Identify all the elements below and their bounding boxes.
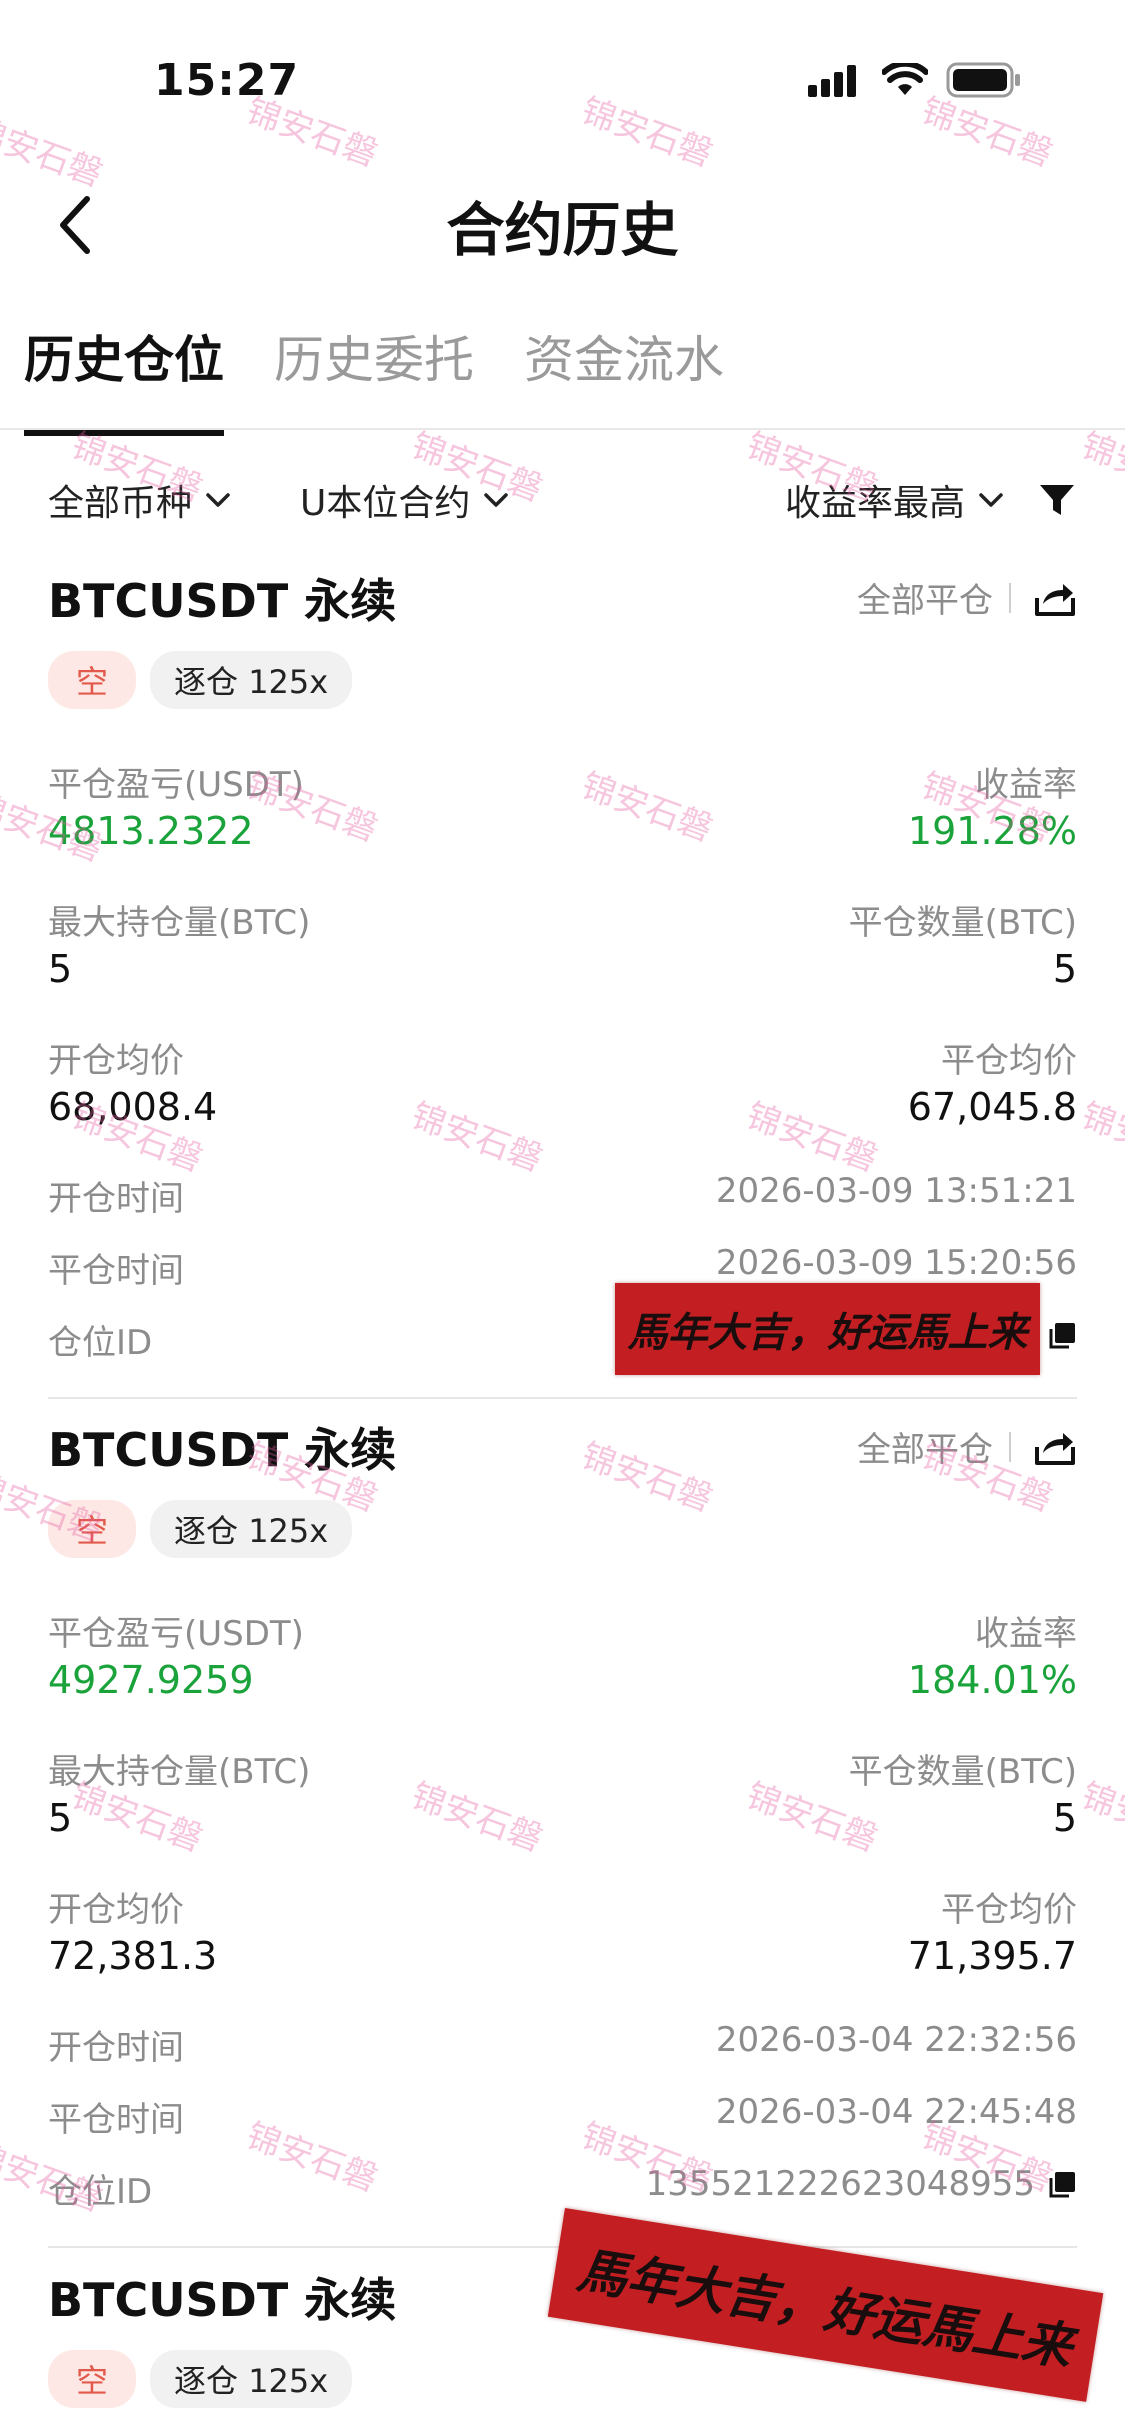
chevron-down-icon (206, 493, 230, 507)
tabs-divider (0, 428, 1125, 430)
cellular-signal-icon (808, 65, 856, 97)
share-icon[interactable] (1033, 1425, 1077, 1469)
close-time-value: 2026-03-09 15:20:56 (715, 1243, 1077, 1283)
open-time-label: 开仓时间 (48, 2028, 184, 2068)
position-id-value: 1355212226230489​55 (645, 2164, 1035, 2204)
position-id-label: 仓位ID (48, 2172, 153, 2212)
open-time-value: 2026-03-09 13:51:21 (715, 1171, 1077, 1211)
watermark: 锦安石磐 (576, 90, 718, 175)
max-position-label: 最大持仓量(BTC) (48, 1752, 311, 1792)
coin-filter[interactable]: 全部币种 (48, 474, 234, 526)
close-avg-label: 平仓均价 (941, 1890, 1077, 1930)
wifi-icon (882, 63, 928, 95)
funnel-filter-icon[interactable] (1037, 480, 1077, 520)
open-avg-value: 68,008.4 (48, 1085, 218, 1129)
max-position-value: 5 (48, 947, 73, 991)
open-avg-label: 开仓均价 (48, 1890, 184, 1930)
close-time-value: 2026-03-04 22:45:48 (715, 2092, 1077, 2132)
open-avg-label: 开仓均价 (48, 1041, 184, 1081)
max-position-label: 最大持仓量(BTC) (48, 903, 311, 943)
position-id-label: 仓位ID (48, 1323, 153, 1363)
coin-filter-label: 全部币种 (48, 483, 193, 524)
action-separator (1009, 582, 1011, 613)
close-avg-value: 67,045.8 (907, 1085, 1077, 1129)
contract-filter-label: U本位合约 (300, 483, 471, 524)
yield-value: 184.01% (907, 1658, 1077, 1702)
yield-label: 收益率 (975, 765, 1077, 805)
watermark: 锦安石磐 (1076, 1775, 1125, 1860)
close-avg-label: 平仓均价 (941, 1041, 1077, 1081)
max-position-value: 5 (48, 1796, 73, 1840)
open-time-value: 2026-03-04 22:32:56 (715, 2020, 1077, 2060)
position-symbol: BTCUSDT 永续 (48, 2273, 397, 2327)
contract-filter[interactable]: U本位合约 (300, 474, 512, 526)
chevron-down-icon (484, 493, 509, 507)
side-badge: 空 (48, 2350, 137, 2408)
sort-filter[interactable]: 收益率最高 (785, 474, 1007, 526)
red-sticker: 馬年大吉，好运馬上来 (615, 1283, 1040, 1375)
watermark: 锦安石磐 (1076, 425, 1125, 510)
status-time: 15:27 (154, 55, 300, 106)
close-time-label: 平仓时间 (48, 2100, 184, 2140)
close-qty-value: 5 (1052, 1796, 1077, 1840)
tab-order-history[interactable]: 历史委托 (274, 320, 474, 436)
open-avg-value: 72,381.3 (48, 1934, 218, 1978)
pnl-label: 平仓盈亏(USDT) (48, 1614, 304, 1654)
share-icon[interactable] (1033, 576, 1077, 620)
close-all-button[interactable]: 全部平仓 (857, 1422, 993, 1471)
position-card: BTCUSDT 永续 全部平仓 空 逐仓 125x 平仓盈亏(USDT) 收益率… (48, 1414, 1077, 2248)
position-card: BTCUSDT 永续 全部平仓 空 逐仓 125x 平仓盈亏(USDT) 收益率… (48, 565, 1077, 1399)
yield-value: 191.28% (907, 809, 1077, 853)
yield-label: 收益率 (975, 1614, 1077, 1654)
side-badge: 空 (48, 651, 137, 709)
tab-fund-flow[interactable]: 资金流水 (524, 320, 724, 436)
open-time-label: 开仓时间 (48, 1179, 184, 1219)
sort-filter-label: 收益率最高 (784, 483, 965, 524)
pnl-value: 4927.9259 (48, 1658, 254, 1702)
pnl-label: 平仓盈亏(USDT) (48, 765, 304, 805)
copy-icon[interactable] (1047, 2170, 1077, 2200)
tab-position-history[interactable]: 历史仓位 (24, 320, 224, 436)
margin-badge: 逐仓 125x (150, 1500, 353, 1558)
close-qty-label: 平仓数量(BTC) (848, 903, 1077, 943)
margin-badge: 逐仓 125x (150, 2350, 353, 2408)
battery-icon (946, 62, 1020, 98)
page-title: 合约历史 (446, 196, 679, 264)
action-separator (1009, 1431, 1011, 1462)
card-divider (48, 1397, 1077, 1399)
side-badge: 空 (48, 1500, 137, 1558)
position-symbol: BTCUSDT 永续 (48, 1423, 397, 1477)
close-all-button[interactable]: 全部平仓 (857, 573, 993, 622)
chevron-down-icon (979, 493, 1003, 507)
status-icons (808, 62, 1022, 98)
close-qty-value: 5 (1052, 947, 1077, 991)
close-avg-value: 71,395.7 (907, 1934, 1077, 1978)
pnl-value: 4813.2322 (48, 809, 254, 853)
close-qty-label: 平仓数量(BTC) (848, 1752, 1077, 1792)
tab-bar: 历史仓位 历史委托 资金流水 (24, 320, 724, 436)
close-time-label: 平仓时间 (48, 1251, 184, 1291)
filter-bar: 全部币种 U本位合约 收益率最高 (48, 470, 1077, 530)
watermark: 锦安石磐 (1076, 1095, 1125, 1180)
position-symbol: BTCUSDT 永续 (48, 574, 397, 628)
margin-badge: 逐仓 125x (150, 651, 353, 709)
copy-icon[interactable] (1047, 1321, 1077, 1351)
